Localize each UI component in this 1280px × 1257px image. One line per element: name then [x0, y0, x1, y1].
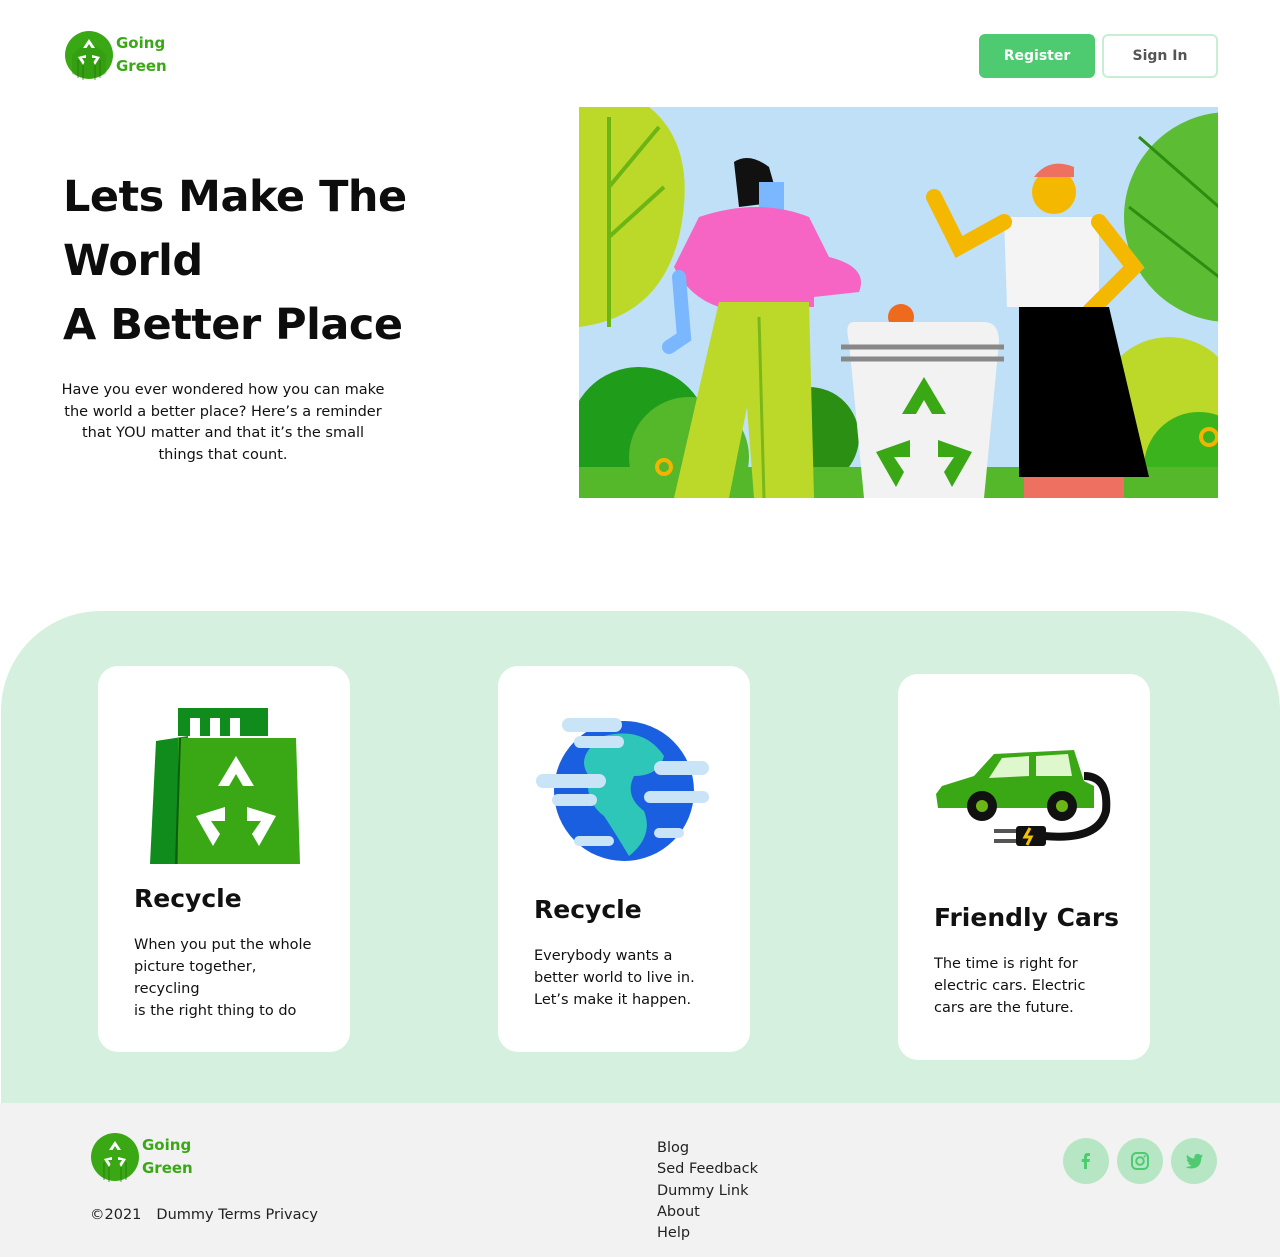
copyright-year: ©2021: [90, 1207, 142, 1223]
register-button[interactable]: Register: [979, 34, 1095, 78]
twitter-button[interactable]: [1171, 1138, 1217, 1184]
people-recycling-illustration: [579, 107, 1218, 498]
hero-description: Have you ever wondered how you can make …: [61, 382, 385, 463]
footer-logo[interactable]: Going Green: [90, 1132, 193, 1182]
recycle-logo-icon: [90, 1132, 140, 1182]
legal-links[interactable]: Dummy Terms Privacy: [156, 1207, 318, 1223]
feature-card-earth: Recycle Everybody wants a better world t…: [498, 666, 750, 1052]
footer-link-dummy[interactable]: Dummy Link: [657, 1181, 758, 1202]
hero-title-line-1: Lets Make The: [63, 172, 407, 222]
earth-globe-icon: [534, 716, 714, 870]
copyright: ©2021 Dummy Terms Privacy: [90, 1207, 318, 1223]
card-text: When you put the whole picture together,…: [134, 937, 312, 1019]
brand-line-2: Green: [116, 57, 167, 75]
feature-card-recycle: Recycle When you put the whole picture t…: [98, 666, 350, 1052]
footer-link-help[interactable]: Help: [657, 1223, 758, 1244]
card-title: Recycle: [134, 884, 242, 913]
card-title: Recycle: [534, 895, 642, 924]
recycle-logo-icon: [64, 30, 114, 80]
card-text: Everybody wants a better world to live i…: [534, 948, 695, 1008]
header-logo[interactable]: Going Green: [64, 30, 167, 80]
card-text: The time is right for electric cars. Ele…: [934, 956, 1086, 1016]
brand-line-2: Green: [142, 1159, 193, 1177]
footer-link-feedback[interactable]: Sed Feedback: [657, 1159, 758, 1180]
footer-links: Blog Sed Feedback Dummy Link About Help: [657, 1138, 758, 1244]
brand-line-1: Going: [142, 1136, 192, 1154]
card-title: Friendly Cars: [934, 903, 1120, 932]
hero-title-line-3: A Better Place: [63, 300, 403, 350]
signin-button[interactable]: Sign In: [1102, 34, 1218, 78]
footer-link-blog[interactable]: Blog: [657, 1138, 758, 1159]
brand-name: Going Green: [116, 32, 167, 78]
brand-name: Going Green: [142, 1134, 193, 1180]
twitter-icon: [1185, 1153, 1203, 1169]
facebook-button[interactable]: [1063, 1138, 1109, 1184]
hero-title: Lets Make The World A Better Place: [63, 165, 503, 357]
electric-car-icon: [934, 746, 1114, 860]
facebook-icon: [1081, 1153, 1090, 1169]
brand-line-1: Going: [116, 34, 166, 52]
hero-title-line-2: World: [63, 236, 203, 286]
instagram-button[interactable]: [1117, 1138, 1163, 1184]
recycle-bag-icon: [148, 696, 300, 870]
instagram-icon: [1131, 1152, 1149, 1170]
feature-card-cars: Friendly Cars The time is right for elec…: [898, 674, 1150, 1060]
footer-link-about[interactable]: About: [657, 1202, 758, 1223]
